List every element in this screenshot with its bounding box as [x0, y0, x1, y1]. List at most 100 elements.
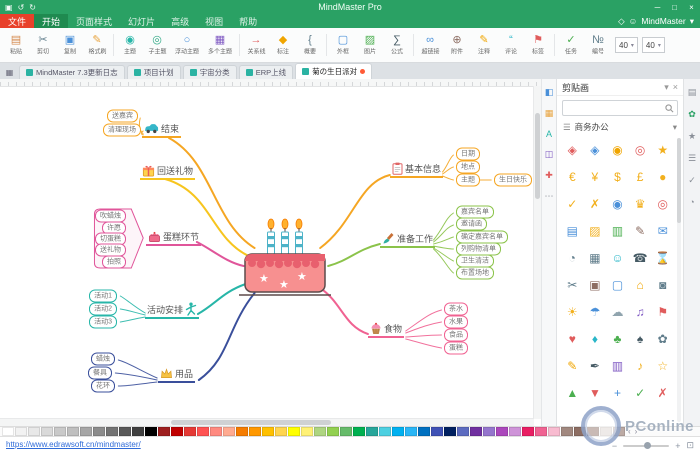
more-tools-icon[interactable]: ⋯ — [545, 191, 554, 202]
color-swatch[interactable] — [548, 427, 560, 436]
check-icon[interactable]: ✓ — [630, 380, 651, 406]
color-swatch[interactable] — [171, 427, 183, 436]
color-swatch[interactable] — [28, 427, 40, 436]
menu-视图[interactable]: 视图 — [197, 14, 231, 28]
subtopic[interactable]: 邀请函 — [456, 218, 487, 231]
ribbon-button-标注[interactable]: ◆标注 — [270, 30, 296, 60]
menu-高级[interactable]: 高级 — [163, 14, 197, 28]
color-swatch[interactable] — [210, 427, 222, 436]
chat-icon[interactable]: ☺ — [607, 245, 628, 271]
color-swatch[interactable] — [275, 427, 287, 436]
dollar-icon[interactable]: $ — [607, 164, 628, 190]
chevron-down-icon[interactable]: ▾ — [673, 122, 677, 133]
color-swatch[interactable] — [145, 427, 157, 436]
ribbon-button-注释[interactable]: ✎注释 — [471, 30, 497, 60]
subtopic[interactable]: 日期 — [456, 148, 480, 161]
branch-node-end[interactable]: 结束 — [142, 122, 181, 138]
ribbon-button-任务[interactable]: ✓任务 — [558, 30, 584, 60]
subtopic[interactable]: 主题 — [456, 174, 480, 187]
ribbon-button-编号[interactable]: №编号 — [585, 30, 611, 60]
color-swatch[interactable] — [509, 427, 521, 436]
arrow-down-icon[interactable]: ▼ — [585, 380, 606, 406]
branch-node-food[interactable]: 食物 — [368, 322, 404, 338]
subtopic[interactable]: 布置场地 — [456, 267, 494, 280]
ribbon-button-附件[interactable]: ⊕附件 — [444, 30, 470, 60]
subtopic[interactable]: 蛋糕 — [444, 342, 468, 355]
color-swatch[interactable] — [223, 427, 235, 436]
tab-menu-icon[interactable]: ▦ — [2, 66, 17, 79]
canvas-horizontal-scrollbar[interactable] — [0, 418, 534, 426]
branch-style-icon[interactable]: ✚ — [545, 170, 553, 181]
clipart-panel-icon[interactable]: ✿ — [688, 109, 696, 120]
color-swatch[interactable] — [535, 427, 547, 436]
mail-icon[interactable]: ✉ — [652, 218, 673, 244]
book-icon[interactable]: ▥ — [607, 353, 628, 379]
color-swatch[interactable] — [522, 427, 534, 436]
color-theme-icon[interactable]: ▦ — [545, 108, 554, 119]
zoom-slider-knob[interactable] — [644, 442, 651, 449]
color-swatch[interactable] — [197, 427, 209, 436]
color-swatch[interactable] — [288, 427, 300, 436]
ribbon-button-公式[interactable]: ∑公式 — [384, 30, 410, 60]
color-swatch[interactable] — [249, 427, 261, 436]
color-swatch[interactable] — [119, 427, 131, 436]
ribbon-button-粘贴[interactable]: ▤粘贴 — [3, 30, 29, 60]
color-swatch[interactable] — [574, 427, 586, 436]
color-swatch[interactable] — [366, 427, 378, 436]
tab-菊の生日派对[interactable]: 菊の生日派对 — [295, 63, 372, 79]
color-swatch[interactable] — [483, 427, 495, 436]
color-swatch[interactable] — [431, 427, 443, 436]
ribbon-button-概要[interactable]: {概要 — [297, 30, 323, 60]
color-swatch[interactable] — [457, 427, 469, 436]
account-area[interactable]: ◇ ☺ MindMaster ▾ — [618, 14, 700, 28]
medal-icon[interactable]: ◉ — [607, 191, 628, 217]
theme-style-icon[interactable]: ◧ — [545, 87, 554, 98]
color-swatch[interactable] — [405, 427, 417, 436]
coin-icon[interactable]: ● — [652, 164, 673, 190]
font-size-stepper-1[interactable]: 40▾ — [615, 37, 638, 53]
history-panel-icon[interactable]: ◔ — [689, 197, 694, 207]
branch-node-preparation[interactable]: 准备工作 — [380, 232, 435, 248]
color-swatch[interactable] — [353, 427, 365, 436]
note-icon[interactable]: ✎ — [630, 218, 651, 244]
ribbon-button-评论[interactable]: “评论 — [498, 30, 524, 60]
flag-icon[interactable]: ⚑ — [652, 299, 673, 325]
branch-node-cake-session[interactable]: 蛋糕环节 — [146, 230, 201, 246]
canvas-area[interactable]: ★ ★ ★ 结束 送嘉宾 清理现场 回送礼物 蛋糕环节 — [0, 79, 541, 426]
menu-文件[interactable]: 文件 — [0, 14, 34, 28]
clock-icon[interactable]: ◔ — [562, 245, 583, 271]
branch-node-return-gift[interactable]: 回送礼物 — [140, 164, 195, 180]
menu-幻灯片[interactable]: 幻灯片 — [120, 14, 163, 28]
tab-项目计划[interactable]: 项目计划 — [127, 65, 181, 79]
color-swatch[interactable] — [600, 427, 612, 436]
subtopic[interactable]: 食品 — [444, 329, 468, 342]
category-menu-icon[interactable]: ☰ — [563, 122, 571, 133]
color-swatch[interactable] — [379, 427, 391, 436]
spade-icon[interactable]: ♠ — [630, 326, 651, 352]
cloud-icon[interactable]: ☁ — [607, 299, 628, 325]
mindmap-canvas[interactable]: ★ ★ ★ 结束 送嘉宾 清理现场 回送礼物 蛋糕环节 — [0, 86, 534, 419]
pencil-icon[interactable]: ✎ — [562, 353, 583, 379]
clipart-scrollbar[interactable] — [677, 138, 681, 422]
approved-stamp-icon[interactable]: ◎ — [630, 137, 651, 163]
lightbulb-icon[interactable]: ☀ — [562, 299, 583, 325]
menu-帮助[interactable]: 帮助 — [231, 14, 265, 28]
trophy-icon[interactable]: ♛ — [630, 191, 651, 217]
euro-icon[interactable]: € — [562, 164, 583, 190]
chart-icon[interactable]: ▥ — [607, 218, 628, 244]
subtopic[interactable]: 地点 — [456, 161, 480, 174]
music-icon[interactable]: ♫ — [630, 299, 651, 325]
thumbs-up-icon[interactable]: ✓ — [562, 191, 583, 217]
briefcase-icon[interactable]: ▣ — [585, 272, 606, 298]
search-input[interactable] — [566, 103, 663, 114]
font-size-stepper-2[interactable]: 40▾ — [642, 37, 665, 53]
ribbon-button-格式刷[interactable]: ✎格式刷 — [84, 30, 110, 60]
color-swatch[interactable] — [158, 427, 170, 436]
color-swatch[interactable] — [132, 427, 144, 436]
pin-icon[interactable]: ▾ — [664, 82, 669, 93]
color-swatch[interactable] — [41, 427, 53, 436]
document-icon[interactable]: ▤ — [562, 218, 583, 244]
yen-icon[interactable]: ¥ — [585, 164, 606, 190]
color-swatch[interactable] — [15, 427, 27, 436]
calculator-icon[interactable]: ▦ — [585, 245, 606, 271]
